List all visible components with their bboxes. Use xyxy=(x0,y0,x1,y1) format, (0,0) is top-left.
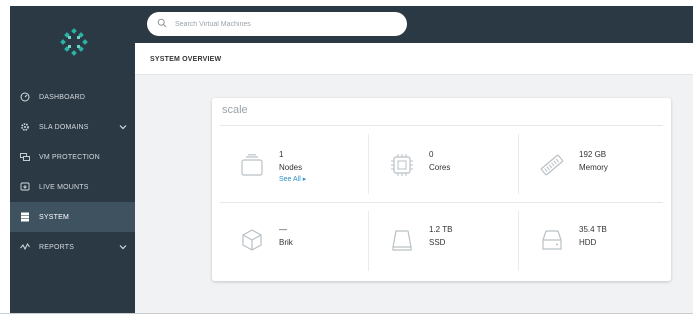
memory-icon xyxy=(540,153,564,177)
memory-value: 192 GB xyxy=(579,150,607,159)
node-icon xyxy=(240,153,264,177)
sidebar-item-label: DASHBOARD xyxy=(39,93,86,101)
sidebar-item-label: VM PROTECTION xyxy=(39,153,100,161)
card-title: scale xyxy=(222,104,248,116)
search-input[interactable] xyxy=(175,20,375,28)
sidebar-item-live-mounts[interactable]: LIVE MOUNTS xyxy=(10,172,135,202)
stat-memory: 192 GB Memory xyxy=(540,150,608,177)
hdd-drive-icon xyxy=(540,228,564,252)
search-icon xyxy=(157,15,175,33)
stat-nodes: 1 Nodes See All ▸ xyxy=(240,150,306,185)
sidebar-nav: DASHBOARD SLA DOMAINS VM PROTECTION LIVE… xyxy=(10,82,135,262)
brand-logo-icon[interactable] xyxy=(60,28,88,56)
sidebar-item-label: REPORTS xyxy=(39,243,75,251)
nodes-value: 1 xyxy=(279,150,284,159)
divider xyxy=(518,134,519,194)
vm-protection-icon xyxy=(20,152,30,162)
sidebar-item-dashboard[interactable]: DASHBOARD xyxy=(10,82,135,112)
gear-icon xyxy=(20,122,30,132)
brik-label: Brik xyxy=(279,238,293,247)
nodes-label: Nodes xyxy=(279,163,303,172)
sidebar-item-vm-protection[interactable]: VM PROTECTION xyxy=(10,142,135,172)
app-window: DASHBOARD SLA DOMAINS VM PROTECTION LIVE… xyxy=(0,0,693,325)
cores-value: 0 xyxy=(429,150,434,159)
brik-cube-icon xyxy=(240,228,264,252)
ssd-drive-icon xyxy=(390,228,414,252)
divider xyxy=(518,211,519,271)
brik-value: — xyxy=(279,225,287,234)
scale-card: scale 1 Nodes See All ▸ 0 Cores 192 GB M… xyxy=(212,98,671,281)
sidebar-item-label: SLA DOMAINS xyxy=(39,123,89,131)
ssd-label: SSD xyxy=(429,238,446,247)
live-mount-icon xyxy=(20,182,30,192)
sidebar-item-label: SYSTEM xyxy=(39,213,69,221)
sidebar-item-label: LIVE MOUNTS xyxy=(39,183,89,191)
stat-ssd: 1.2 TB SSD xyxy=(390,225,452,252)
divider xyxy=(368,134,369,194)
hdd-value: 35.4 TB xyxy=(579,225,607,234)
divider xyxy=(220,202,663,203)
stat-cores: 0 Cores xyxy=(390,150,451,177)
main-content: scale 1 Nodes See All ▸ 0 Cores 192 GB M… xyxy=(135,75,693,318)
ssd-value: 1.2 TB xyxy=(429,225,453,234)
memory-label: Memory xyxy=(579,163,608,172)
cores-label: Cores xyxy=(429,163,451,172)
page-header: SYSTEM OVERVIEW xyxy=(135,43,693,75)
divider xyxy=(368,211,369,271)
see-all-nodes-link[interactable]: See All ▸ xyxy=(279,174,306,185)
reports-icon xyxy=(20,242,30,252)
stat-brik: — Brik xyxy=(240,225,293,252)
top-bar xyxy=(135,6,693,43)
bottom-panel xyxy=(0,313,693,325)
dashboard-icon xyxy=(20,92,30,102)
sidebar-item-sla-domains[interactable]: SLA DOMAINS xyxy=(10,112,135,142)
system-icon xyxy=(20,212,30,222)
sidebar-item-system[interactable]: SYSTEM xyxy=(10,202,135,232)
hdd-label: HDD xyxy=(579,238,597,247)
page-title: SYSTEM OVERVIEW xyxy=(150,56,222,63)
cpu-chip-icon xyxy=(390,153,414,177)
chevron-down-icon[interactable] xyxy=(119,123,127,131)
sidebar: DASHBOARD SLA DOMAINS VM PROTECTION LIVE… xyxy=(10,6,135,318)
divider xyxy=(220,125,663,126)
search-box[interactable] xyxy=(147,12,407,36)
chevron-down-icon[interactable] xyxy=(119,243,127,251)
stat-hdd: 35.4 TB HDD xyxy=(540,225,607,252)
sidebar-item-reports[interactable]: REPORTS xyxy=(10,232,135,262)
